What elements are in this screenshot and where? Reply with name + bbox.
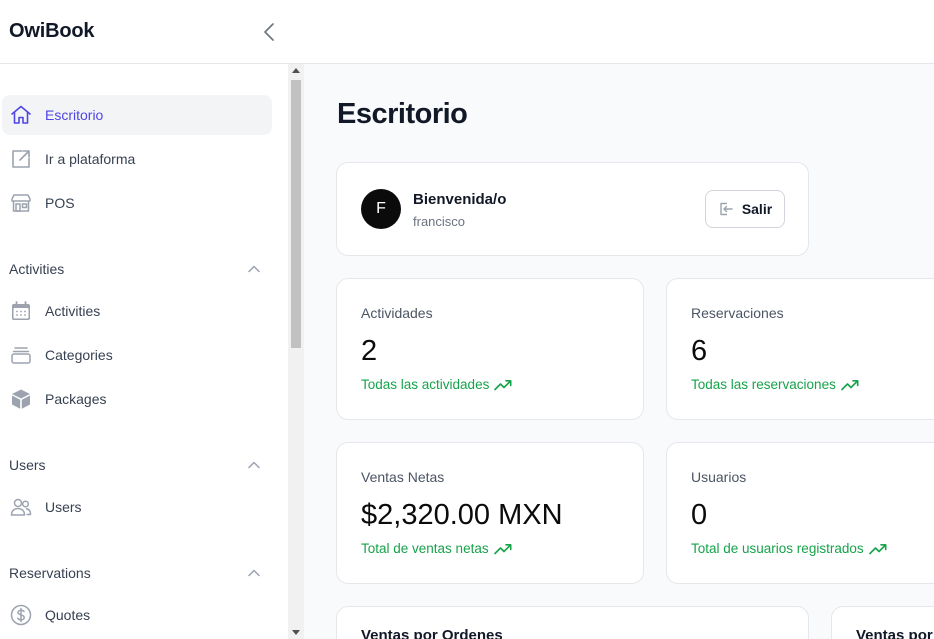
sidebar-item-label: POS bbox=[45, 195, 75, 211]
stat-card-reservaciones: Reservaciones 6 Todas las reservaciones bbox=[666, 278, 934, 420]
users-icon bbox=[8, 494, 34, 520]
sidebar-scrollbar[interactable] bbox=[288, 64, 304, 639]
welcome-username: francisco bbox=[413, 214, 466, 229]
section-toggle-reservations[interactable]: Reservations bbox=[9, 561, 271, 585]
stat-label: Usuarios bbox=[691, 469, 747, 485]
sidebar-item-label: Users bbox=[45, 499, 82, 515]
trending-up-icon bbox=[494, 379, 512, 390]
stat-link-text: Total de usuarios registrados bbox=[691, 541, 864, 556]
top-bar: OwiBook bbox=[0, 0, 934, 64]
chevron-up-icon bbox=[248, 461, 260, 469]
section-title: Users bbox=[9, 457, 46, 473]
sidebar-item-pos[interactable]: POS bbox=[2, 183, 272, 223]
scrollbar-thumb[interactable] bbox=[291, 80, 301, 348]
cube-icon bbox=[8, 386, 34, 412]
dollar-circle-icon bbox=[8, 602, 34, 628]
stat-value: $2,320.00 MXN bbox=[361, 499, 563, 531]
home-icon bbox=[8, 102, 34, 128]
welcome-card: F Bienvenida/o francisco Salir bbox=[336, 162, 809, 256]
avatar: F bbox=[361, 189, 401, 229]
sidebar-item-quotes[interactable]: Quotes bbox=[2, 595, 272, 635]
sidebar: Escritorio Ir a plataforma POS Activitie… bbox=[0, 64, 288, 639]
sidebar-item-escritorio[interactable]: Escritorio bbox=[2, 95, 272, 135]
stat-card-usuarios: Usuarios 0 Total de usuarios registrados bbox=[666, 442, 934, 584]
chevron-up-icon bbox=[248, 569, 260, 577]
stat-value: 2 bbox=[361, 335, 378, 367]
sidebar-item-packages[interactable]: Packages bbox=[2, 379, 272, 419]
stat-value: 6 bbox=[691, 335, 708, 367]
section-title: Reservations bbox=[9, 565, 91, 581]
trending-up-icon bbox=[493, 543, 512, 554]
stat-card-ventas-netas: Ventas Netas $2,320.00 MXN Total de vent… bbox=[336, 442, 644, 584]
stat-label: Actividades bbox=[361, 305, 433, 321]
sidebar-item-label: Categories bbox=[45, 347, 113, 363]
calendar-icon bbox=[8, 298, 34, 324]
logout-button[interactable]: Salir bbox=[705, 190, 785, 228]
stat-label: Ventas Netas bbox=[361, 469, 445, 485]
sidebar-item-ir-a-plataforma[interactable]: Ir a plataforma bbox=[2, 139, 272, 179]
sidebar-item-activities[interactable]: Activities bbox=[2, 291, 272, 331]
main-content: Escritorio F Bienvenida/o francisco Sali… bbox=[304, 64, 934, 639]
sidebar-item-users[interactable]: Users bbox=[2, 487, 272, 527]
stat-link[interactable]: Total de usuarios registrados bbox=[691, 541, 887, 556]
chart-title: Ventas por bbox=[856, 627, 933, 639]
section-toggle-activities[interactable]: Activities bbox=[9, 257, 271, 281]
trending-up-icon bbox=[868, 543, 887, 554]
logout-label: Salir bbox=[741, 201, 773, 217]
stat-link[interactable]: Total de ventas netas bbox=[361, 541, 512, 556]
sidebar-item-label: Escritorio bbox=[45, 107, 104, 123]
stat-label: Reservaciones bbox=[691, 305, 784, 321]
sidebar-item-label: Activities bbox=[45, 303, 101, 319]
scroll-up-arrow-icon[interactable] bbox=[292, 68, 300, 73]
chart-card-ventas-por: Ventas por bbox=[831, 606, 934, 639]
chart-card-ventas-por-ordenes: Ventas por Ordenes bbox=[336, 606, 809, 639]
trending-up-icon bbox=[841, 379, 859, 390]
collapse-sidebar-button[interactable] bbox=[258, 20, 280, 44]
section-toggle-users[interactable]: Users bbox=[9, 453, 271, 477]
logout-icon bbox=[720, 202, 733, 216]
stat-link-text: Todas las reservaciones bbox=[691, 377, 836, 392]
sidebar-item-label: Packages bbox=[45, 391, 107, 407]
section-title: Activities bbox=[9, 261, 65, 277]
sidebar-item-label: Quotes bbox=[45, 607, 91, 623]
page-title: Escritorio bbox=[337, 98, 468, 130]
stat-value: 0 bbox=[691, 499, 708, 531]
stat-link[interactable]: Todas las reservaciones bbox=[691, 377, 859, 392]
stat-link[interactable]: Todas las actividades bbox=[361, 377, 512, 392]
stack-icon bbox=[8, 342, 34, 368]
brand-logo: OwiBook bbox=[9, 20, 95, 42]
stat-link-text: Todas las actividades bbox=[361, 377, 490, 392]
welcome-greeting: Bienvenida/o bbox=[413, 191, 507, 208]
scroll-down-arrow-icon[interactable] bbox=[292, 630, 300, 635]
store-icon bbox=[8, 190, 34, 216]
sidebar-item-label: Ir a plataforma bbox=[45, 151, 136, 167]
external-link-icon bbox=[8, 146, 34, 172]
stat-link-text: Total de ventas netas bbox=[361, 541, 489, 556]
stat-card-actividades: Actividades 2 Todas las actividades bbox=[336, 278, 644, 420]
chevron-up-icon bbox=[248, 265, 260, 273]
sidebar-item-categories[interactable]: Categories bbox=[2, 335, 272, 375]
chart-title: Ventas por Ordenes bbox=[361, 627, 503, 639]
chevron-left-icon bbox=[264, 23, 274, 41]
